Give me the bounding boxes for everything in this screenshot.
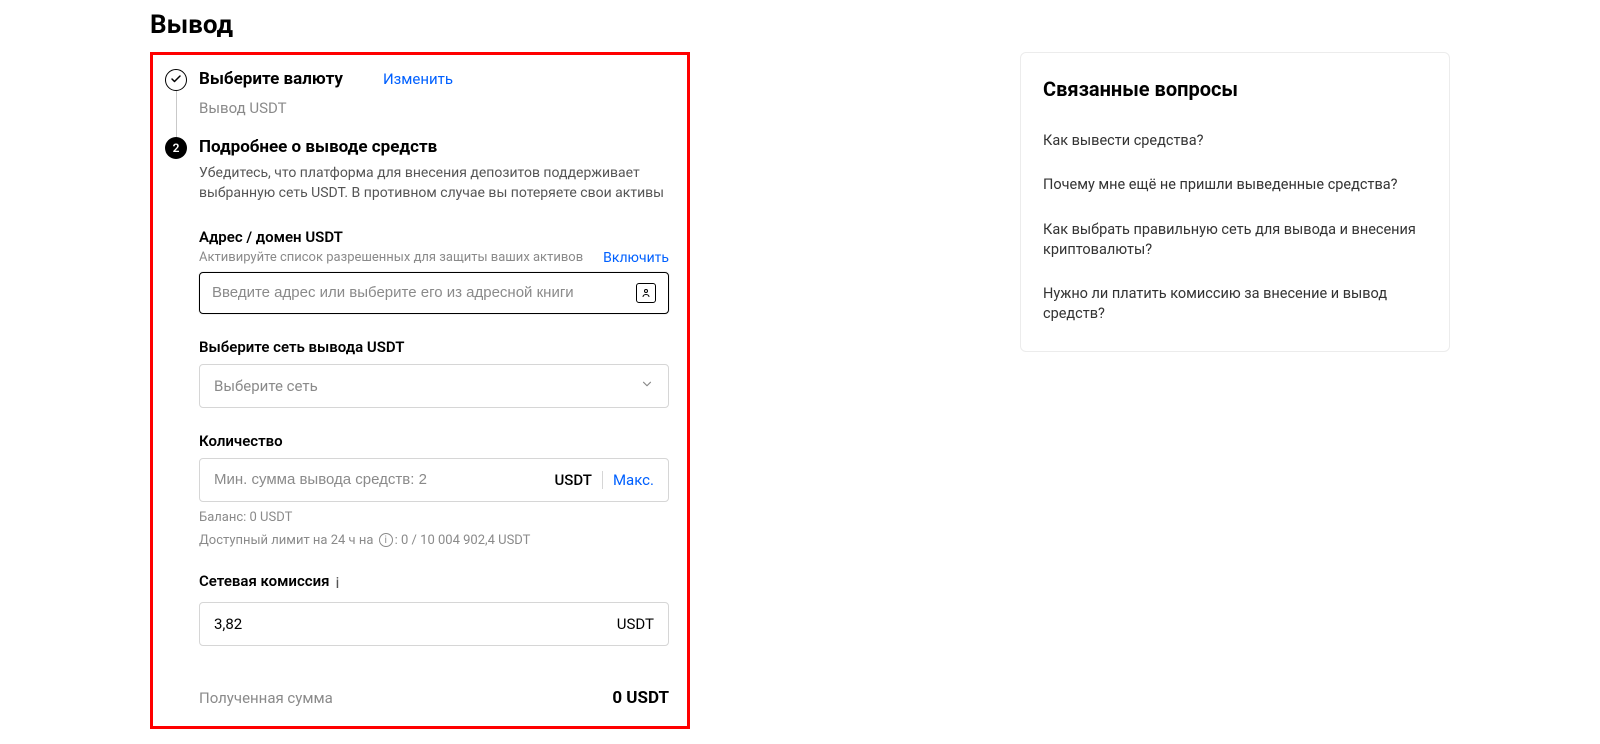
step-1: Выберите валюту Изменить Вывод USDT	[165, 69, 669, 117]
network-group: Выберите сеть вывода USDT Выберите сеть	[199, 338, 669, 408]
address-input-wrapper	[199, 272, 669, 314]
enable-whitelist-link[interactable]: Включить	[603, 250, 669, 266]
received-row: Полученная сумма 0 USDT	[199, 688, 669, 708]
fee-value: 3,82	[214, 615, 242, 633]
faq-item[interactable]: Нужно ли платить комиссию за внесение и …	[1043, 272, 1427, 337]
faq-title: Связанные вопросы	[1043, 77, 1427, 101]
received-label: Полученная сумма	[199, 689, 333, 707]
page-title: Вывод	[150, 10, 690, 40]
step-1-subtitle: Вывод USDT	[199, 99, 669, 117]
step-2-description: Убедитесь, что платформа для внесения де…	[199, 163, 669, 204]
limit-line: Доступный лимит на 24 ч на i: 0 / 10 004…	[199, 533, 669, 548]
change-currency-link[interactable]: Изменить	[383, 70, 453, 88]
fee-display: 3,82 USDT	[199, 602, 669, 646]
network-select[interactable]: Выберите сеть	[199, 364, 669, 408]
received-value: 0 USDT	[612, 688, 669, 708]
step-connector	[176, 91, 177, 141]
fee-label: Сетевая комиссия	[199, 572, 330, 590]
fee-unit: USDT	[617, 615, 654, 633]
address-input[interactable]	[212, 284, 628, 301]
faq-panel: Связанные вопросы Как вывести средства? …	[1020, 52, 1450, 352]
check-icon	[170, 73, 182, 88]
step-2-indicator: 2	[165, 137, 187, 159]
step-2: 2 Подробнее о выводе средств Убедитесь, …	[165, 137, 669, 204]
limit-prefix: Доступный лимит на 24 ч на	[199, 533, 373, 548]
amount-group: Количество USDT Макс. Баланс: 0 USDT Дос…	[199, 432, 669, 548]
amount-label: Количество	[199, 432, 669, 450]
balance-line: Баланс: 0 USDT	[199, 510, 669, 525]
step-2-title: Подробнее о выводе средств	[199, 137, 669, 157]
amount-input[interactable]	[214, 471, 544, 488]
limit-suffix: : 0 / 10 004 902,4 USDT	[395, 533, 531, 548]
amount-unit: USDT	[554, 471, 591, 489]
network-placeholder: Выберите сеть	[214, 377, 318, 395]
withdraw-form: Выберите валюту Изменить Вывод USDT 2 По…	[150, 52, 690, 729]
address-book-icon[interactable]	[636, 283, 656, 303]
network-label: Выберите сеть вывода USDT	[199, 338, 669, 356]
amount-input-wrapper: USDT Макс.	[199, 458, 669, 502]
divider	[602, 471, 603, 489]
faq-item[interactable]: Как выбрать правильную сеть для вывода и…	[1043, 208, 1427, 273]
chevron-down-icon	[640, 377, 654, 395]
max-button[interactable]: Макс.	[613, 471, 654, 489]
step-1-title: Выберите валюту	[199, 69, 343, 89]
address-label: Адрес / домен USDT	[199, 228, 669, 246]
whitelist-hint: Активируйте список разрешенных для защит…	[199, 250, 583, 265]
address-group: Адрес / домен USDT Активируйте список ра…	[199, 228, 669, 314]
info-icon[interactable]: i	[336, 573, 340, 592]
step-1-indicator	[165, 69, 187, 91]
faq-item[interactable]: Почему мне ещё не пришли выведенные сред…	[1043, 163, 1427, 207]
faq-item[interactable]: Как вывести средства?	[1043, 119, 1427, 163]
fee-group: Сетевая комиссия i 3,82 USDT	[199, 572, 669, 646]
info-icon[interactable]: i	[379, 533, 393, 547]
